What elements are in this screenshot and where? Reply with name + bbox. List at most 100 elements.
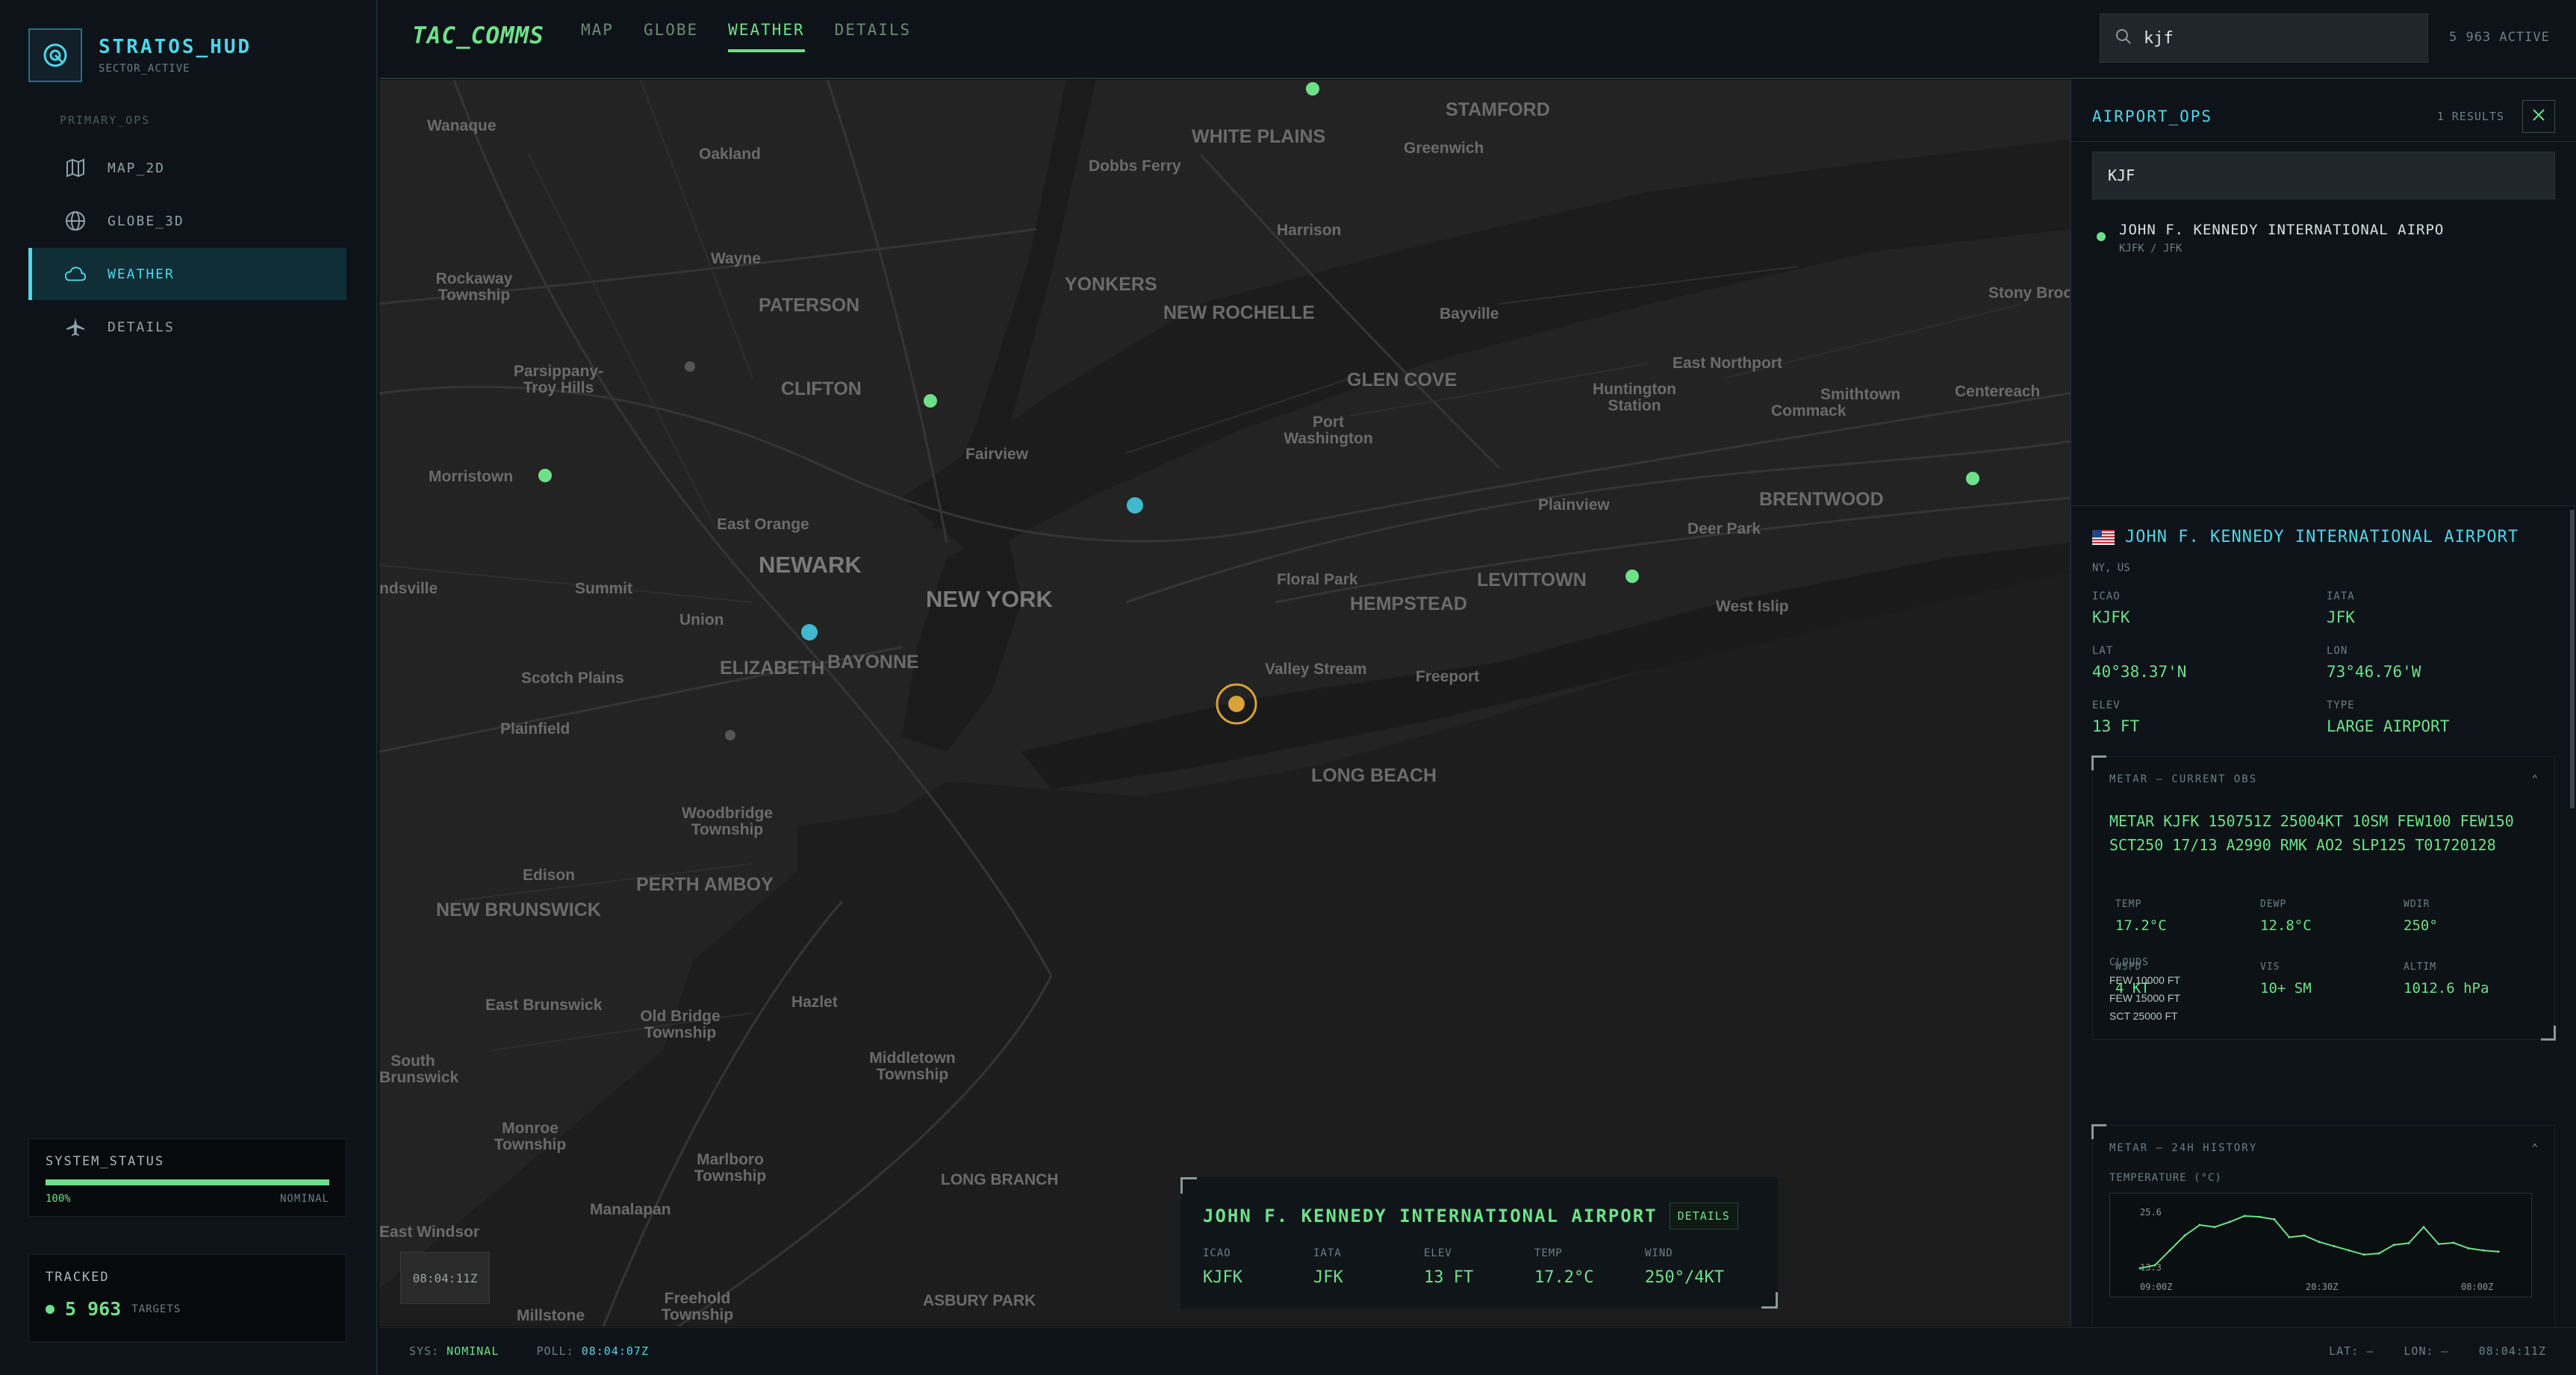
temperature-data-point bbox=[2273, 1218, 2276, 1221]
metar-field-altim: ALTIM 1012.6 hPa bbox=[2404, 961, 2545, 997]
temperature-data-point bbox=[2303, 1234, 2306, 1237]
tab-weather[interactable]: WEATHER bbox=[728, 21, 805, 52]
tab-details[interactable]: DETAILS bbox=[835, 21, 912, 52]
field-value: 17.2°C bbox=[2115, 917, 2167, 934]
airport-marker[interactable] bbox=[1127, 497, 1143, 514]
map-view[interactable]: Wanaque Oakland WHITE PLAINS STAMFORD Gr… bbox=[379, 80, 2070, 1326]
popup-field-temp: TEMP 17.2°C bbox=[1534, 1247, 1645, 1287]
popup-title: JOHN F. KENNEDY INTERNATIONAL AIRPORT bbox=[1203, 1206, 1658, 1226]
field-label: TEMP bbox=[2115, 899, 2142, 910]
brand: STRATOS_HUD SECTOR_ACTIVE bbox=[28, 28, 252, 82]
airport-marker[interactable] bbox=[538, 469, 552, 482]
temperature-data-point bbox=[2407, 1241, 2410, 1244]
airport-marker[interactable] bbox=[725, 730, 735, 740]
field-value: 40°38.37'N bbox=[2092, 663, 2187, 681]
radar-logo-icon bbox=[28, 28, 82, 82]
metar-field-vis: VIS 10+ SM bbox=[2260, 961, 2402, 997]
search-input[interactable] bbox=[2144, 28, 2427, 48]
airport-marker[interactable] bbox=[924, 394, 937, 408]
system-status-progress-bar bbox=[46, 1179, 329, 1185]
poll-value: 08:04:07Z bbox=[581, 1344, 649, 1358]
field-label: VIS bbox=[2260, 961, 2280, 973]
system-status-card: SYSTEM_STATUS 100% NOMINAL bbox=[28, 1138, 346, 1217]
sidebar-item-details[interactable]: DETAILS bbox=[28, 301, 346, 353]
metar-field-wdir: WDIR 250° bbox=[2404, 899, 2545, 934]
cloud-icon bbox=[64, 263, 87, 285]
sys-label: SYS: bbox=[409, 1344, 440, 1358]
airport-marker[interactable] bbox=[801, 624, 818, 640]
close-icon bbox=[2532, 108, 2545, 125]
metar-field-dewp: DEWP 12.8°C bbox=[2260, 899, 2402, 934]
temperature-data-point bbox=[2422, 1226, 2425, 1229]
brand-subtitle: SECTOR_ACTIVE bbox=[99, 63, 190, 75]
airport-marker[interactable] bbox=[1966, 472, 1979, 485]
clock: 08:04:11Z bbox=[2478, 1344, 2546, 1358]
airport-ops-panel: AIRPORT_OPS 1 RESULTS JOHN F. KENNEDY IN… bbox=[2070, 80, 2576, 1326]
metar-raw-text: METAR KJFK 150751Z 25004KT 10SM FEW100 F… bbox=[2109, 812, 2514, 854]
temperature-data-point bbox=[2213, 1226, 2216, 1229]
temperature-data-point bbox=[2362, 1253, 2365, 1256]
sidebar-item-weather[interactable]: WEATHER bbox=[28, 248, 346, 300]
popup-field-iata: IATA JFK bbox=[1313, 1247, 1424, 1287]
sidebar-item-label: WEATHER bbox=[108, 266, 175, 282]
top-tabs: MAP GLOBE WEATHER DETAILS bbox=[581, 21, 941, 52]
temperature-data-point bbox=[2392, 1244, 2395, 1247]
cloud-layer: FEW 15000 FT bbox=[2109, 992, 2180, 1004]
metar-history-section: METAR — 24H HISTORY ⌃ TEMPERATURE (°C) 2… bbox=[2091, 1124, 2555, 1326]
field-value: 250°/4KT bbox=[1645, 1268, 1724, 1287]
field-value: 73°46.76'W bbox=[2327, 663, 2421, 681]
popup-field-icao: ICAO KJFK bbox=[1203, 1247, 1313, 1287]
popup-field-elev: ELEV 13 FT bbox=[1424, 1247, 1534, 1287]
lon-readout: LON: — bbox=[2404, 1344, 2449, 1358]
temperature-data-point bbox=[2467, 1247, 2470, 1250]
airport-search-input[interactable] bbox=[2108, 166, 2526, 184]
airport-field-iata: IATA JFK bbox=[2327, 590, 2551, 626]
x-tick-label: 09:00Z bbox=[2140, 1282, 2173, 1292]
temperature-data-point bbox=[2482, 1249, 2485, 1252]
tab-globe[interactable]: GLOBE bbox=[644, 21, 698, 52]
panel-scrollbar[interactable] bbox=[2570, 510, 2575, 808]
temperature-data-point bbox=[2318, 1241, 2321, 1244]
brand-title: STRATOS_HUD bbox=[99, 36, 252, 58]
airport-marker[interactable] bbox=[1625, 570, 1639, 583]
tracked-title: TRACKED bbox=[46, 1270, 110, 1285]
metar-title: METAR — CURRENT OBS bbox=[2109, 773, 2258, 785]
system-status-title: SYSTEM_STATUS bbox=[46, 1154, 165, 1169]
temperature-data-point bbox=[2138, 1267, 2141, 1270]
tab-map[interactable]: MAP bbox=[581, 21, 614, 52]
system-status-percent: 100% bbox=[46, 1193, 71, 1205]
system-status-state: NOMINAL bbox=[279, 1193, 329, 1205]
status-bar: SYS: NOMINAL POLL: 08:04:07Z LAT: — LON:… bbox=[379, 1327, 2576, 1375]
popup-field-wind: WIND 250°/4KT bbox=[1645, 1247, 1755, 1287]
search-result-item[interactable]: JOHN F. KENNEDY INTERNATIONAL AIRPO KJFK… bbox=[2097, 222, 2444, 255]
global-search[interactable] bbox=[2100, 13, 2428, 63]
close-button[interactable] bbox=[2522, 100, 2555, 133]
corner-bracket bbox=[1180, 1177, 1197, 1194]
field-value: JFK bbox=[1313, 1268, 1343, 1287]
airport-header: JOHN F. KENNEDY INTERNATIONAL AIRPORT bbox=[2092, 528, 2519, 546]
metar-current-section: METAR — CURRENT OBS ⌃ METAR KJFK 150751Z… bbox=[2091, 755, 2556, 1041]
field-label: ELEV bbox=[2092, 699, 2121, 711]
sidebar-item-globe-3d[interactable]: GLOBE_3D bbox=[28, 195, 346, 247]
chevron-up-icon[interactable]: ⌃ bbox=[2532, 1142, 2539, 1154]
airport-marker[interactable] bbox=[685, 361, 695, 372]
field-value: 17.2°C bbox=[1534, 1268, 1594, 1287]
temperature-data-point bbox=[2243, 1215, 2246, 1217]
chevron-up-icon[interactable]: ⌃ bbox=[2532, 773, 2539, 785]
results-count: 1 RESULTS bbox=[2436, 110, 2504, 123]
selected-airport-marker[interactable] bbox=[1228, 696, 1245, 712]
field-label: ELEV bbox=[1424, 1247, 1452, 1259]
field-value: 13 FT bbox=[1424, 1268, 1474, 1287]
sidebar-item-map-2d[interactable]: MAP_2D bbox=[28, 142, 346, 194]
history-title: METAR — 24H HISTORY bbox=[2109, 1142, 2258, 1154]
map-time-chip: 08:04:11Z bbox=[400, 1252, 490, 1304]
airport-search[interactable] bbox=[2092, 152, 2555, 199]
temperature-data-point bbox=[2183, 1234, 2186, 1237]
airport-field-elev: ELEV 13 FT bbox=[2092, 699, 2316, 735]
poll-label: POLL: bbox=[536, 1344, 574, 1358]
popup-details-button[interactable]: DETAILS bbox=[1669, 1203, 1738, 1229]
panel-title: AIRPORT_OPS bbox=[2092, 107, 2213, 125]
metar-field-temp: TEMP 17.2°C bbox=[2115, 899, 2257, 934]
cloud-layer: SCT 25000 FT bbox=[2109, 1010, 2178, 1022]
airport-marker[interactable] bbox=[1306, 82, 1319, 96]
